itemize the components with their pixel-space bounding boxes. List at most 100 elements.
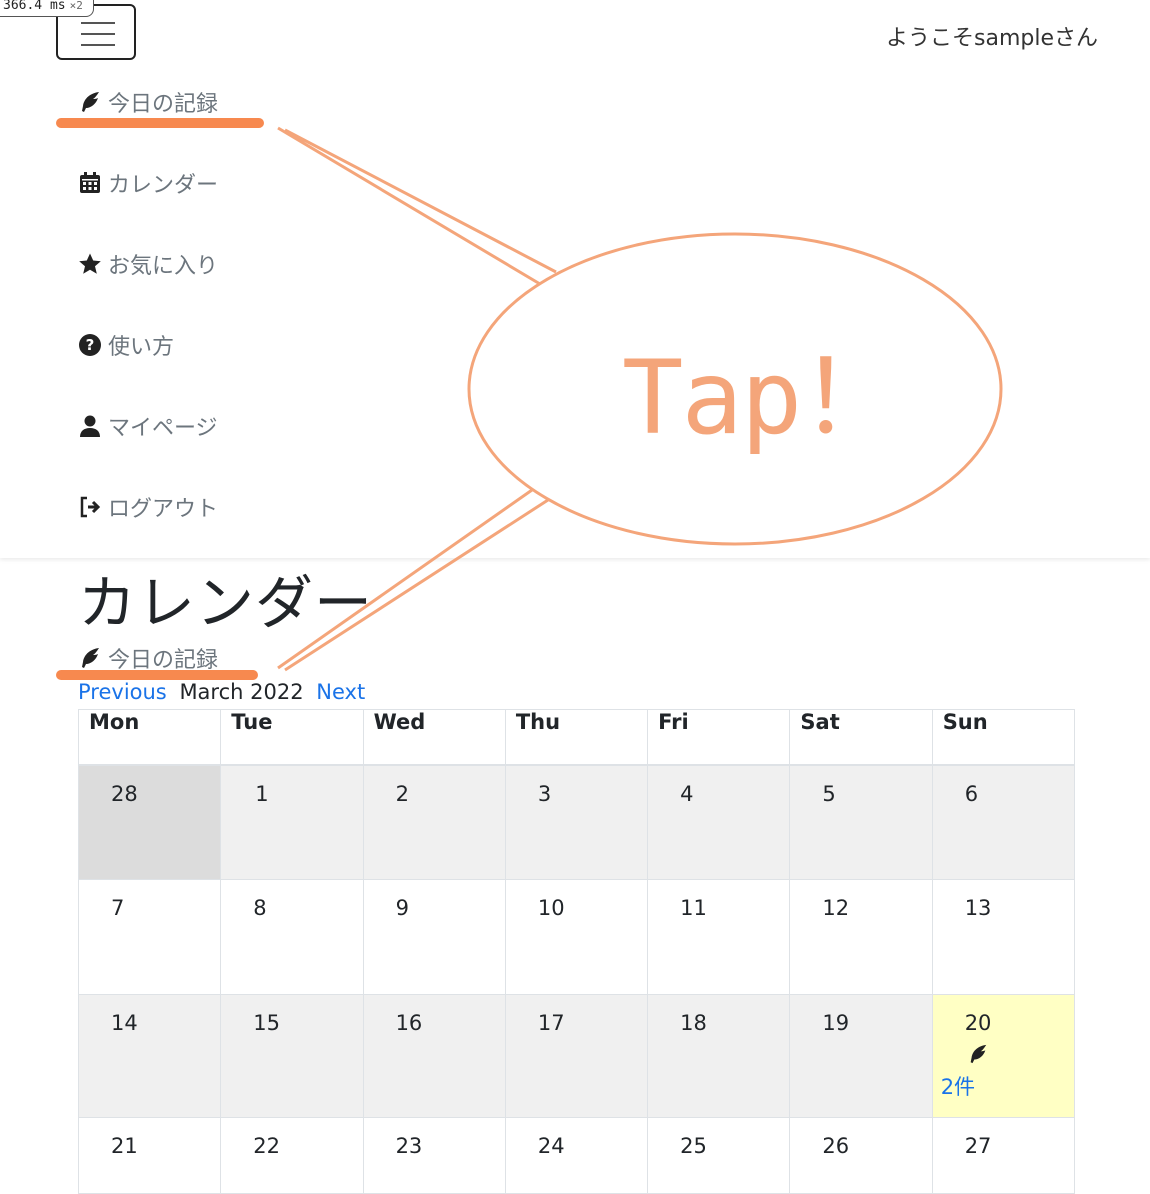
nav-item-label: 使い方 — [108, 335, 175, 360]
day-number: 3 — [537, 781, 552, 806]
calendar-week-row: 21 22 23 24 25 26 27 — [77, 1117, 1076, 1194]
nav-item-how-to-use[interactable]: ? 使い方 — [78, 327, 174, 363]
nav-item-favorites[interactable]: お気に入り — [78, 246, 218, 282]
day-number: 1 — [255, 781, 269, 806]
day-number: 19 — [822, 1011, 850, 1035]
calendar-day-cell[interactable]: 2 — [362, 764, 506, 880]
calendar-day-cell[interactable]: 11 — [647, 879, 791, 995]
welcome-message: ようこそsampleさん — [886, 26, 1098, 51]
day-number: 22 — [253, 1134, 281, 1158]
nav-item-today-record[interactable]: 今日の記録 — [78, 84, 218, 120]
question-circle-icon: ? — [79, 334, 101, 356]
nav-item-calendar[interactable]: カレンダー — [78, 165, 218, 201]
calendar-day-cell[interactable]: 5 — [789, 764, 933, 880]
previous-month-link[interactable]: Previous — [78, 680, 167, 704]
timing-multiplier: ×2 — [69, 0, 83, 12]
svg-text:?: ? — [86, 336, 95, 354]
calendar-day-cell[interactable]: 21 — [77, 1117, 222, 1194]
calendar-day-cell[interactable]: 22 — [220, 1117, 364, 1194]
day-number: 15 — [253, 1011, 281, 1035]
calendar-day-cell[interactable]: 18 — [647, 994, 791, 1118]
next-month-link[interactable]: Next — [316, 680, 365, 704]
nav-item-label: 今日の記録 — [108, 92, 219, 117]
tap-annotation-text: Tap！ — [622, 339, 902, 458]
calendar-icon — [80, 172, 100, 193]
calendar-table: Mon Tue Wed Thu Fri Sat Sun 28 1 2 3 4 5… — [77, 709, 1076, 1194]
calendar-day-cell-today[interactable]: 20 2件 — [931, 994, 1076, 1118]
calendar-day-cell[interactable]: 3 — [504, 764, 649, 880]
weekday-header: Wed — [362, 709, 506, 766]
month-navigation: Previous March 2022 Next — [78, 680, 365, 704]
day-number: 16 — [395, 1011, 423, 1035]
weekday-header: Tue — [220, 709, 364, 766]
day-number: 14 — [111, 1011, 138, 1035]
day-number: 28 — [111, 781, 138, 806]
highlight-underline — [56, 118, 264, 128]
calendar-day-cell[interactable]: 6 — [931, 764, 1076, 880]
day-number: 26 — [822, 1134, 850, 1158]
day-number: 2 — [395, 781, 409, 806]
weekday-header: Mon — [77, 709, 222, 766]
weekday-header-row: Mon Tue Wed Thu Fri Sat Sun — [77, 709, 1076, 766]
calendar-day-cell[interactable]: 14 — [77, 994, 222, 1118]
record-count-link[interactable]: 2件 — [941, 1071, 1074, 1101]
day-number: 27 — [964, 1134, 992, 1158]
calendar-week-row: 14 15 16 17 18 19 20 2件 — [77, 994, 1076, 1118]
day-number: 4 — [680, 781, 694, 806]
hamburger-icon — [81, 44, 115, 46]
day-number: 24 — [537, 1134, 565, 1158]
calendar-day-cell[interactable]: 4 — [647, 764, 791, 880]
calendar-day-cell[interactable]: 13 — [931, 879, 1076, 995]
nav-item-label: ログアウト — [108, 497, 219, 522]
day-number: 20 — [964, 1011, 992, 1035]
day-number: 12 — [822, 896, 850, 920]
day-number: 23 — [395, 1134, 423, 1158]
calendar-day-cell[interactable]: 7 — [77, 879, 222, 995]
calendar-day-cell[interactable]: 25 — [647, 1117, 791, 1194]
calendar-day-cell[interactable]: 9 — [362, 879, 506, 995]
calendar-day-cell[interactable]: 10 — [504, 879, 649, 995]
feather-icon — [82, 648, 99, 668]
nav-item-logout[interactable]: ログアウト — [78, 489, 218, 525]
day-number: 5 — [822, 781, 836, 806]
day-number: 7 — [111, 896, 125, 920]
calendar-day-cell[interactable]: 15 — [220, 994, 364, 1118]
day-number: 13 — [964, 896, 992, 920]
weekday-header: Thu — [504, 709, 649, 766]
nav-item-mypage[interactable]: マイページ — [78, 408, 218, 444]
weekday-header: Sun — [931, 709, 1076, 766]
calendar-day-cell[interactable]: 24 — [504, 1117, 649, 1194]
nav-item-label: カレンダー — [108, 173, 219, 198]
calendar-week-row: 7 8 9 10 11 12 13 — [77, 879, 1076, 995]
calendar-day-cell[interactable]: 23 — [362, 1117, 506, 1194]
calendar-day-cell[interactable]: 1 — [220, 764, 364, 880]
hamburger-icon — [81, 22, 115, 24]
calendar-day-cell[interactable]: 19 — [789, 994, 933, 1118]
day-number: 11 — [680, 896, 707, 920]
day-number: 6 — [964, 781, 979, 806]
day-number: 10 — [537, 896, 565, 920]
user-icon — [80, 415, 100, 437]
day-number: 25 — [680, 1134, 707, 1158]
nav-menu-panel: ようこそsampleさん 今日の記録 カレンダー お気に入り ? 使い方 マイペ… — [0, 0, 1150, 558]
weekday-header: Fri — [647, 709, 791, 766]
calendar-day-cell[interactable]: 27 — [931, 1117, 1076, 1194]
day-number: 17 — [537, 1011, 565, 1035]
calendar-day-cell[interactable]: 28 — [77, 764, 222, 880]
calendar-day-cell[interactable]: 17 — [504, 994, 649, 1118]
calendar-day-cell[interactable]: 16 — [362, 994, 506, 1118]
nav-item-label: マイページ — [108, 416, 218, 441]
weekday-header: Sat — [789, 709, 933, 766]
sign-out-icon — [80, 496, 101, 518]
feather-icon — [82, 92, 99, 112]
day-number: 9 — [395, 896, 409, 920]
feather-icon — [970, 1044, 986, 1064]
calendar-day-cell[interactable]: 26 — [789, 1117, 933, 1194]
hamburger-icon — [81, 33, 115, 35]
day-number: 8 — [253, 896, 267, 920]
day-number: 21 — [111, 1134, 138, 1158]
calendar-day-cell[interactable]: 8 — [220, 879, 364, 995]
highlight-underline — [56, 670, 258, 680]
day-number: 18 — [680, 1011, 707, 1035]
calendar-day-cell[interactable]: 12 — [789, 879, 933, 995]
